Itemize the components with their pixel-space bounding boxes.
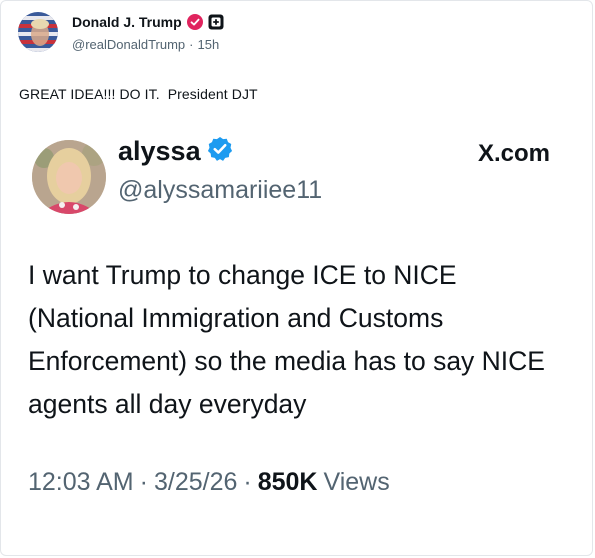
quoted-post-meta: 12:03 AM · 3/25/26 · 850K Views — [28, 468, 390, 497]
affiliate-badge-icon — [208, 14, 224, 30]
author-handle[interactable]: @realDonaldTrump — [72, 37, 185, 52]
x-logo-brand: X.com — [477, 140, 550, 167]
meta-separator: · — [139, 468, 148, 496]
verified-badge-icon — [186, 14, 203, 30]
separator-dot: · — [189, 37, 194, 52]
quoted-post-text: I want Trump to change ICE to NICE (Nati… — [28, 260, 545, 419]
quoted-author-name: alyssa — [118, 136, 201, 166]
avatar[interactable] — [18, 12, 58, 52]
quoted-date: 3/25/26 — [153, 468, 238, 496]
quoted-author-handle: @alyssamariiee11 — [118, 176, 323, 204]
quoted-avatar — [32, 140, 106, 214]
quoted-verified-badge-icon — [207, 136, 233, 167]
quoted-time: 12:03 AM — [28, 468, 134, 496]
post-card: Donald J. Trump @realDonaldTrump · 15h G… — [0, 0, 595, 558]
views-label: Views — [323, 468, 390, 496]
views-count: 850K — [257, 468, 318, 496]
post-time[interactable]: 15h — [198, 37, 220, 52]
post-text: GREAT IDEA!!! DO IT. President DJT — [19, 86, 258, 102]
quoted-post-image[interactable]: alyssa @alyssamariiee11 X.com I want Tru… — [10, 118, 585, 534]
author-name[interactable]: Donald J. Trump — [72, 14, 182, 30]
meta-separator: · — [243, 468, 252, 496]
